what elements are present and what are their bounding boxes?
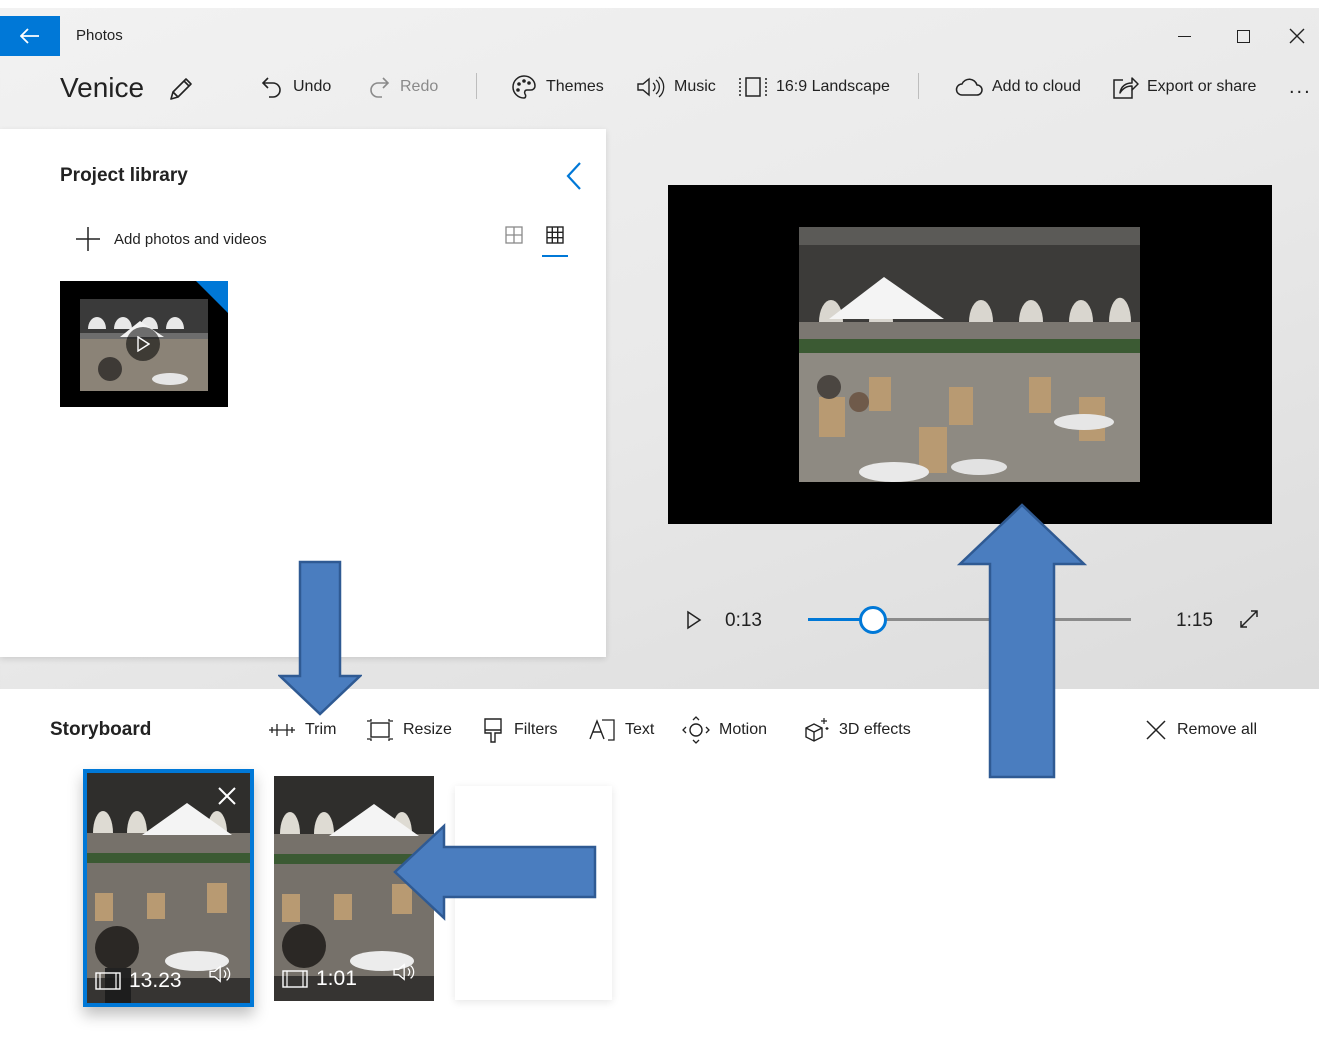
resize-icon: [367, 719, 393, 741]
close-icon: [1289, 28, 1304, 44]
title-bar: Photos: [0, 16, 1319, 56]
add-to-cloud-button[interactable]: Add to cloud: [954, 72, 1081, 102]
clip-duration: 1:01: [282, 967, 357, 991]
cloud-icon: [955, 78, 983, 96]
plus-icon: [76, 227, 100, 251]
library-title: Project library: [60, 165, 188, 186]
project-library-panel: Project library Add photos and videos: [0, 129, 606, 657]
video-preview: [668, 185, 1272, 524]
clip-duration: 13.23: [95, 969, 182, 993]
filters-label: Filters: [514, 721, 558, 738]
preview-frame-image: [799, 227, 1140, 482]
video-clip-icon: [95, 972, 121, 990]
add-photos-videos-button[interactable]: Add photos and videos: [74, 225, 267, 253]
storyboard-title: Storyboard: [50, 719, 152, 740]
aspect-ratio-label: 16:9 Landscape: [776, 78, 890, 95]
trim-icon: [269, 724, 295, 736]
close-icon: [1146, 720, 1166, 740]
trim-label: Trim: [305, 721, 337, 738]
seek-slider[interactable]: [808, 606, 1131, 634]
motion-icon: [682, 716, 710, 744]
redo-icon: [370, 77, 390, 98]
speaker-icon: [637, 76, 665, 98]
trim-button[interactable]: Trim: [268, 715, 336, 745]
rename-pencil-icon[interactable]: [166, 74, 196, 104]
themes-label: Themes: [546, 78, 604, 95]
storyboard-clip[interactable]: 1:01: [274, 776, 434, 1001]
back-arrow-icon: [20, 28, 39, 44]
add-photos-videos-label: Add photos and videos: [114, 230, 267, 248]
palette-icon: [512, 75, 536, 99]
export-share-label: Export or share: [1147, 78, 1257, 95]
aspect-ratio-icon: [739, 77, 767, 97]
text-icon: [589, 719, 615, 741]
undo-label: Undo: [293, 78, 332, 95]
storyboard-clip[interactable]: 13.23: [83, 769, 254, 1007]
maximize-icon: [1236, 29, 1250, 43]
close-window-button[interactable]: [1274, 16, 1319, 56]
seek-thumb[interactable]: [858, 606, 887, 634]
minimize-icon: [1177, 35, 1191, 37]
minimize-button[interactable]: [1155, 16, 1213, 56]
maximize-button[interactable]: [1214, 16, 1272, 56]
redo-button[interactable]: Redo: [366, 72, 438, 102]
close-icon[interactable]: [216, 785, 238, 807]
fullscreen-icon[interactable]: [1238, 608, 1260, 630]
motion-label: Motion: [719, 721, 768, 738]
project-title: Venice: [60, 72, 145, 103]
small-thumbnails-toggle[interactable]: [542, 225, 568, 257]
speaker-icon: [209, 965, 231, 983]
total-time: 1:15: [1176, 610, 1213, 631]
small-grid-icon: [546, 226, 564, 244]
play-icon: [126, 327, 160, 361]
playback-controls: 0:13 1:15: [668, 598, 1272, 642]
toolbar-divider: [918, 73, 919, 99]
collapse-chevron-icon[interactable]: [560, 159, 588, 193]
undo-icon: [261, 77, 281, 98]
aspect-ratio-button[interactable]: 16:9 Landscape: [738, 72, 890, 102]
storyboard-panel: Storyboard Trim Resize Filters Text Moti…: [0, 689, 1319, 1048]
themes-button[interactable]: Themes: [510, 72, 604, 102]
library-video-thumbnail[interactable]: [60, 281, 228, 407]
clip-duration-label: 13.23: [129, 969, 182, 992]
resize-label: Resize: [403, 721, 452, 738]
app-title: Photos: [76, 27, 123, 44]
add-to-cloud-label: Add to cloud: [992, 78, 1081, 95]
clip-duration-label: 1:01: [316, 967, 357, 990]
toolbar-divider: [476, 73, 477, 99]
text-label: Text: [625, 721, 655, 738]
large-grid-icon: [505, 226, 523, 244]
empty-clip-slot[interactable]: [455, 786, 612, 1000]
3d-effects-label: 3D effects: [839, 721, 911, 738]
back-button[interactable]: [0, 16, 60, 56]
filters-button[interactable]: Filters: [481, 715, 558, 745]
selected-view-indicator: [542, 255, 568, 257]
current-time: 0:13: [725, 610, 762, 631]
speaker-icon: [393, 963, 415, 981]
app-window: Photos Venice Undo Redo Themes Music 16:…: [0, 0, 1319, 1048]
music-button[interactable]: Music: [636, 72, 716, 102]
resize-button[interactable]: Resize: [366, 715, 452, 745]
export-share-button[interactable]: Export or share: [1111, 72, 1256, 102]
more-options-button[interactable]: ...: [1289, 72, 1312, 102]
selected-corner-indicator: [196, 281, 228, 313]
undo-button[interactable]: Undo: [259, 72, 331, 102]
paintbrush-icon: [484, 718, 502, 743]
music-label: Music: [674, 78, 716, 95]
video-clip-icon: [282, 970, 308, 988]
share-icon: [1113, 77, 1139, 99]
editor-toolbar: Venice Undo Redo Themes Music 16:9 Lands…: [0, 58, 1319, 116]
3d-effects-button[interactable]: 3D effects: [802, 715, 911, 745]
remove-all-button[interactable]: Remove all: [1144, 715, 1257, 745]
3d-cube-sparkle-icon: [805, 718, 829, 742]
text-button[interactable]: Text: [588, 715, 654, 745]
motion-button[interactable]: Motion: [682, 715, 767, 745]
remove-all-label: Remove all: [1177, 721, 1258, 738]
redo-label: Redo: [400, 78, 439, 95]
play-icon[interactable]: [684, 608, 704, 632]
large-thumbnails-toggle[interactable]: [501, 225, 527, 253]
